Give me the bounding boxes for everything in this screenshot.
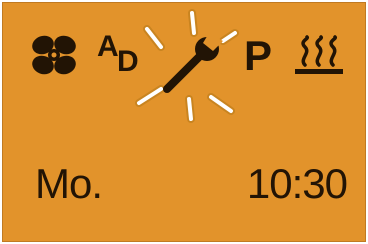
wrench-icon (131, 7, 241, 131)
heating-icon (293, 35, 345, 77)
fan-icon (29, 33, 79, 77)
display-panel: A D P Mo. 10:30 (2, 2, 366, 242)
parking-label: P (244, 32, 273, 79)
time-label: 10:30 (246, 160, 348, 207)
day-label: Mo. (35, 160, 103, 207)
auto-label: A (97, 30, 119, 63)
